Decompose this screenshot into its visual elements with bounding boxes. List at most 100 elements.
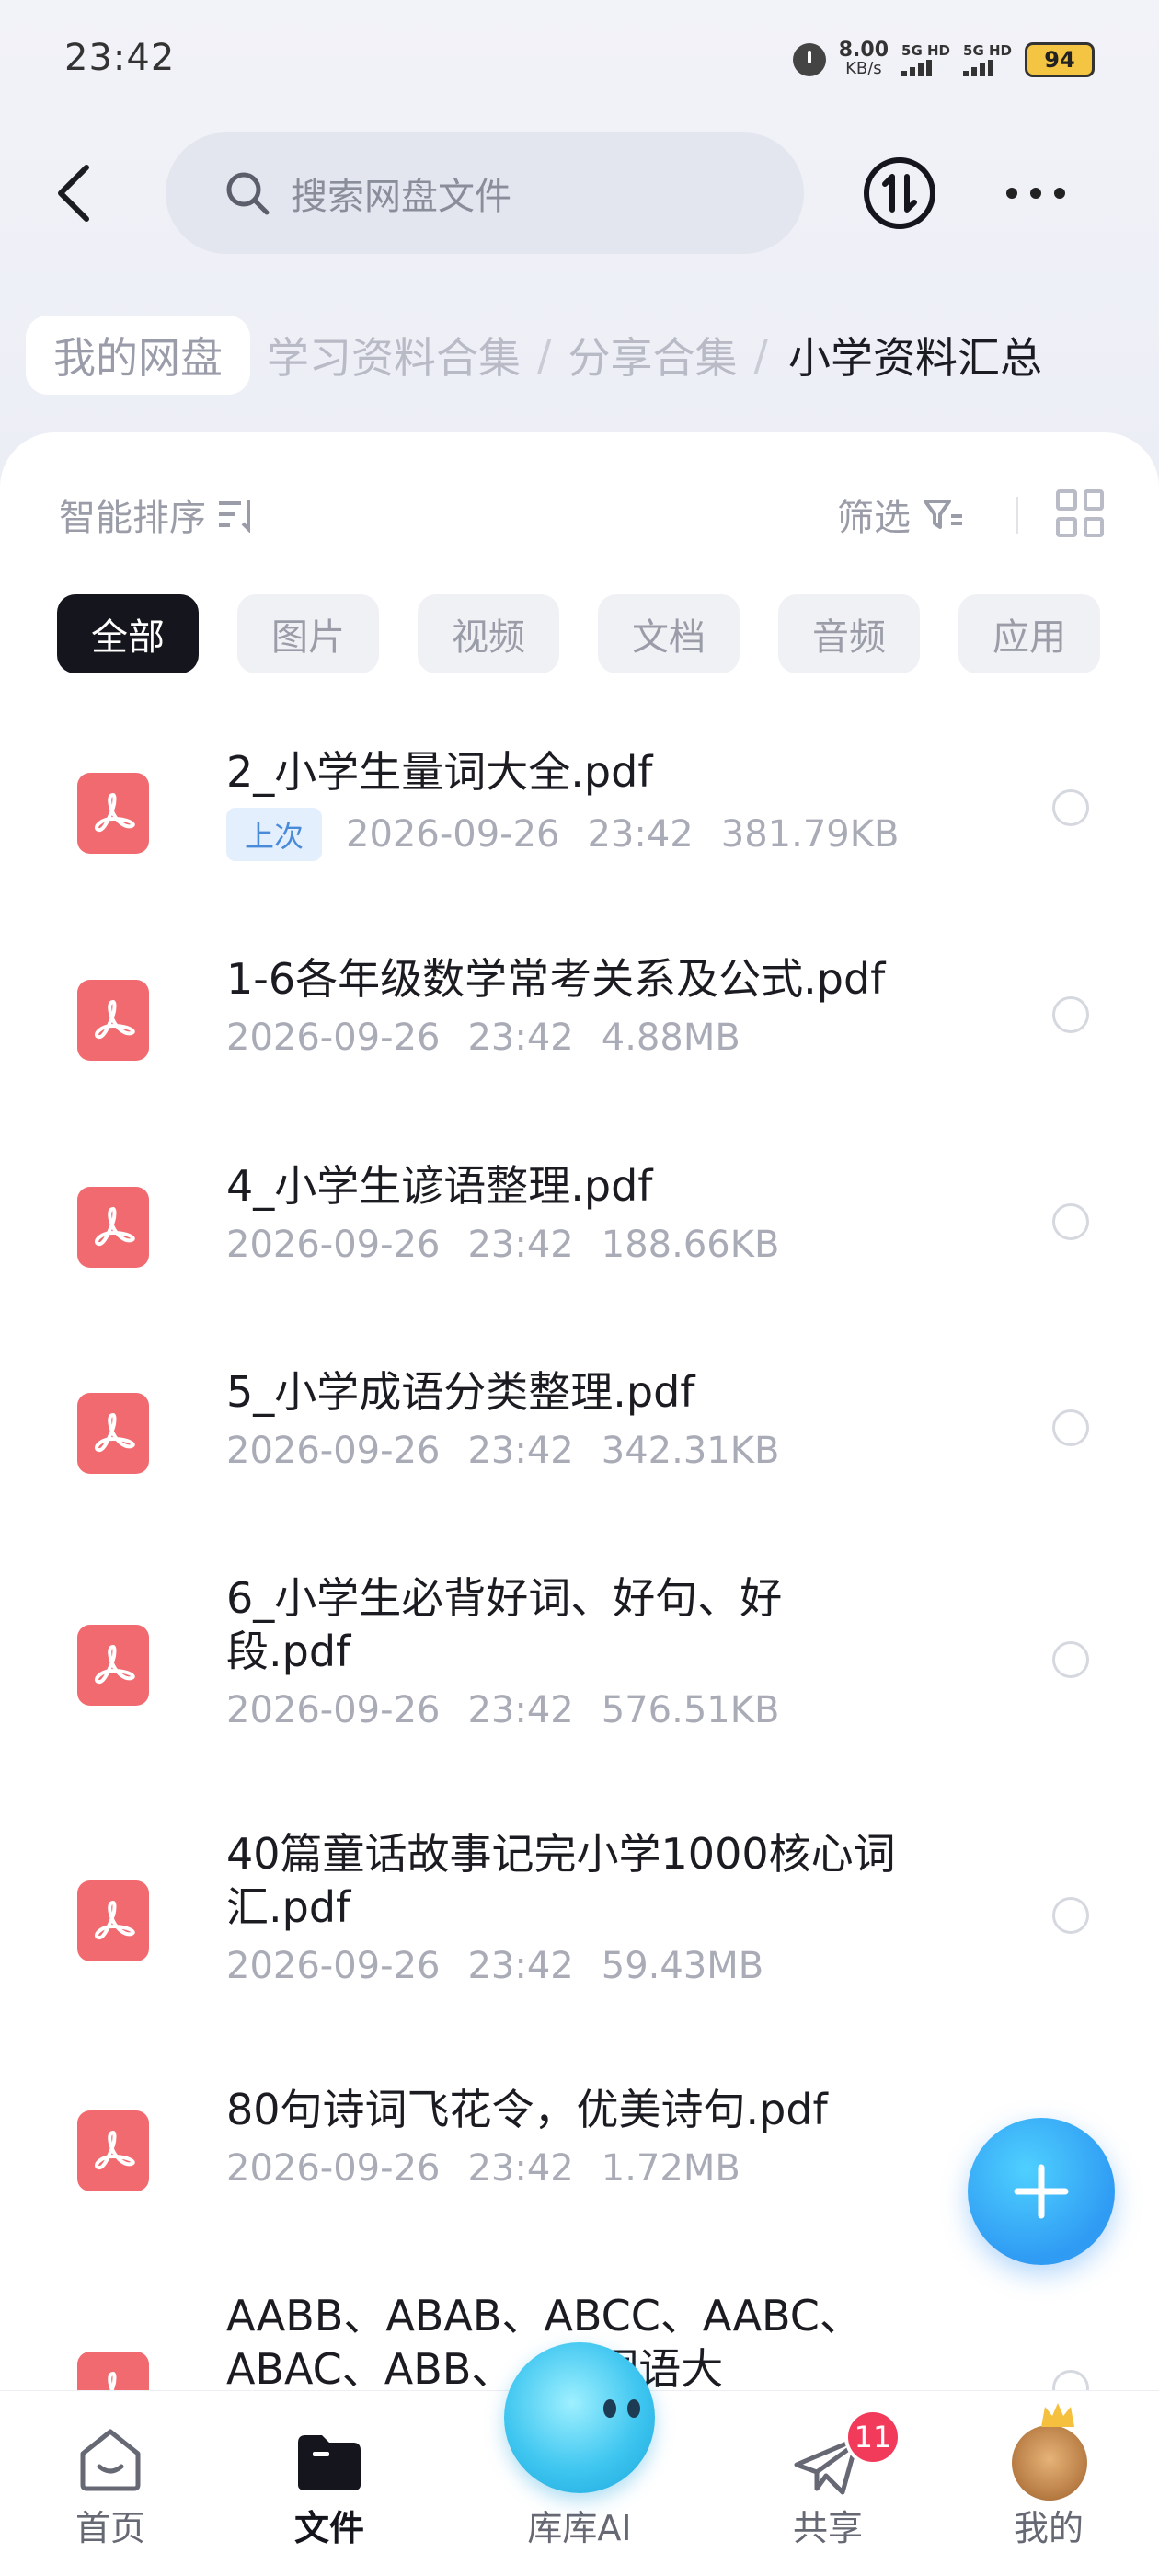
grid-view-button[interactable] (1056, 489, 1104, 537)
file-meta: 2026-09-26 23:42 1.72MB (226, 2147, 740, 2190)
breadcrumb-item[interactable]: 学习资料合集 (250, 325, 537, 385)
file-name: 40篇童话故事记完小学1000核心词汇.pdf (226, 1829, 896, 1932)
file-size: 576.51KB (601, 1689, 780, 1731)
back-button[interactable] (37, 156, 110, 230)
crown-icon (1041, 2403, 1074, 2427)
pdf-file-icon (77, 1187, 149, 1268)
file-time: 23:42 (467, 1017, 574, 1059)
nav-home[interactable]: 首页 (18, 2391, 202, 2576)
nav-files[interactable]: 文件 (237, 2391, 421, 2576)
breadcrumb: 我的网盘 学习资料合集 / 分享合集 / 小学资料汇总 (26, 313, 1042, 397)
chip-all[interactable]: 全部 (57, 594, 199, 673)
share-badge: 11 (844, 2409, 901, 2466)
status-time: 23:42 (64, 37, 176, 79)
avatar[interactable] (1012, 2425, 1087, 2501)
nav-ai-label: 库库AI (527, 2508, 632, 2548)
sort-button[interactable]: 智能排序 (59, 488, 256, 541)
more-icon-dot (1054, 188, 1065, 199)
filter-button[interactable]: 筛选 (837, 488, 966, 541)
pdf-icon (95, 1901, 135, 1940)
file-row[interactable]: 1-6各年级数学常考关系及公式.pdf 2026-09-26 23:42 4.8… (0, 943, 1159, 1145)
file-meta: 2026-09-26 23:42 59.43MB (226, 1945, 763, 1987)
sort-label: 智能排序 (59, 497, 206, 539)
file-meta: 2026-09-26 23:42 188.66KB (226, 1224, 779, 1266)
file-size: 381.79KB (720, 813, 900, 856)
file-size: 4.88MB (601, 1017, 740, 1059)
category-chips: 全部 图片 视频 文档 音频 应用 (57, 594, 1100, 673)
sim1-label: 5G HD (901, 42, 951, 59)
sim2-label: 5G HD (963, 42, 1012, 59)
file-date: 2026-09-26 (226, 1017, 441, 1059)
more-icon-dot (1006, 188, 1017, 199)
file-row[interactable]: 4_小学生谚语整理.pdf 2026-09-26 23:42 188.66KB (0, 1150, 1159, 1352)
file-date: 2026-09-26 (226, 1224, 441, 1266)
file-time: 23:42 (587, 813, 694, 856)
file-meta: 2026-09-26 23:42 342.31KB (226, 1430, 779, 1472)
file-date: 2026-09-26 (226, 1945, 441, 1987)
search-input[interactable]: 搜索网盘文件 (166, 132, 804, 254)
file-row[interactable]: 5_小学成语分类整理.pdf 2026-09-26 23:42 342.31KB (0, 1356, 1159, 1558)
network-speed: 8.00 KB/s (839, 40, 889, 78)
select-checkbox[interactable] (1052, 1409, 1089, 1446)
file-row[interactable]: 2_小学生量词大全.pdf 上次 2026-09-26 23:42 381.79… (0, 736, 1159, 938)
search-placeholder: 搜索网盘文件 (291, 176, 511, 218)
chip-documents[interactable]: 文档 (598, 594, 740, 673)
file-name: 80句诗词飞花令，优美诗句.pdf (226, 2085, 828, 2134)
more-icon-dot (1030, 188, 1041, 199)
select-checkbox[interactable] (1052, 1897, 1089, 1934)
select-checkbox[interactable] (1052, 996, 1089, 1033)
pdf-file-icon (77, 1625, 149, 1706)
file-size: 59.43MB (601, 1945, 764, 1987)
alarm-icon (792, 43, 826, 76)
file-list-panel: 智能排序 筛选 全部 图片 视频 文档 音频 应用 2_小学生量词大全.pdf … (0, 432, 1159, 2576)
grid-icon-cell (1056, 516, 1077, 537)
file-name: 1-6各年级数学常考关系及公式.pdf (226, 954, 886, 1004)
sort-icon (219, 500, 250, 533)
pdf-icon (95, 1413, 135, 1453)
file-date: 2026-09-26 (226, 1430, 441, 1472)
chip-videos[interactable]: 视频 (418, 594, 559, 673)
select-checkbox[interactable] (1052, 789, 1089, 826)
transfer-button[interactable] (861, 155, 938, 232)
file-date: 2026-09-26 (346, 813, 560, 856)
file-size: 188.66KB (601, 1224, 780, 1266)
toolbar-divider (1016, 497, 1018, 534)
status-icons: 8.00 KB/s 5G HD 5G HD 94 (792, 37, 1095, 83)
file-date: 2026-09-26 (226, 1689, 441, 1731)
breadcrumb-separator: / (753, 330, 769, 380)
breadcrumb-home[interactable]: 我的网盘 (26, 316, 250, 395)
file-date: 2026-09-26 (226, 2147, 441, 2190)
file-row[interactable]: 6_小学生必背好词、好句、好段.pdf 2026-09-26 23:42 576… (0, 1562, 1159, 1820)
nav-files-label: 文件 (293, 2508, 364, 2548)
file-meta: 上次 2026-09-26 23:42 381.79KB (226, 808, 899, 861)
chip-images[interactable]: 图片 (237, 594, 379, 673)
pdf-file-icon (77, 980, 149, 1061)
breadcrumb-item[interactable]: 分享合集 (552, 325, 754, 385)
search-icon (226, 172, 270, 215)
chevron-left-icon (58, 165, 89, 222)
pdf-file-icon (77, 2110, 149, 2191)
file-meta: 2026-09-26 23:42 4.88MB (226, 1017, 740, 1059)
file-name: 6_小学生必背好词、好句、好段.pdf (226, 1573, 783, 1676)
chip-apps[interactable]: 应用 (958, 594, 1100, 673)
mascot-eye (627, 2399, 640, 2418)
last-opened-tag: 上次 (226, 808, 323, 861)
file-meta: 2026-09-26 23:42 576.51KB (226, 1689, 779, 1731)
ai-mascot-icon[interactable] (504, 2342, 655, 2493)
signal-icon-sim2: 5G HD (963, 43, 1012, 76)
breadcrumb-separator: / (537, 330, 552, 380)
file-row[interactable]: 40篇童话故事记完小学1000核心词汇.pdf 2026-09-26 23:42… (0, 1818, 1159, 2076)
mascot-eye (603, 2399, 616, 2418)
chip-audio[interactable]: 音频 (778, 594, 920, 673)
more-button[interactable] (999, 169, 1073, 217)
grid-icon-cell (1056, 489, 1077, 511)
select-checkbox[interactable] (1052, 1641, 1089, 1678)
add-button[interactable] (968, 2118, 1115, 2265)
pdf-file-icon (77, 1880, 149, 1961)
pdf-icon (95, 1000, 135, 1040)
nav-home-label: 首页 (75, 2508, 145, 2548)
select-checkbox[interactable] (1052, 1203, 1089, 1240)
file-time: 23:42 (467, 1224, 574, 1266)
transfer-icon (864, 157, 935, 229)
pdf-icon (95, 1645, 135, 1685)
